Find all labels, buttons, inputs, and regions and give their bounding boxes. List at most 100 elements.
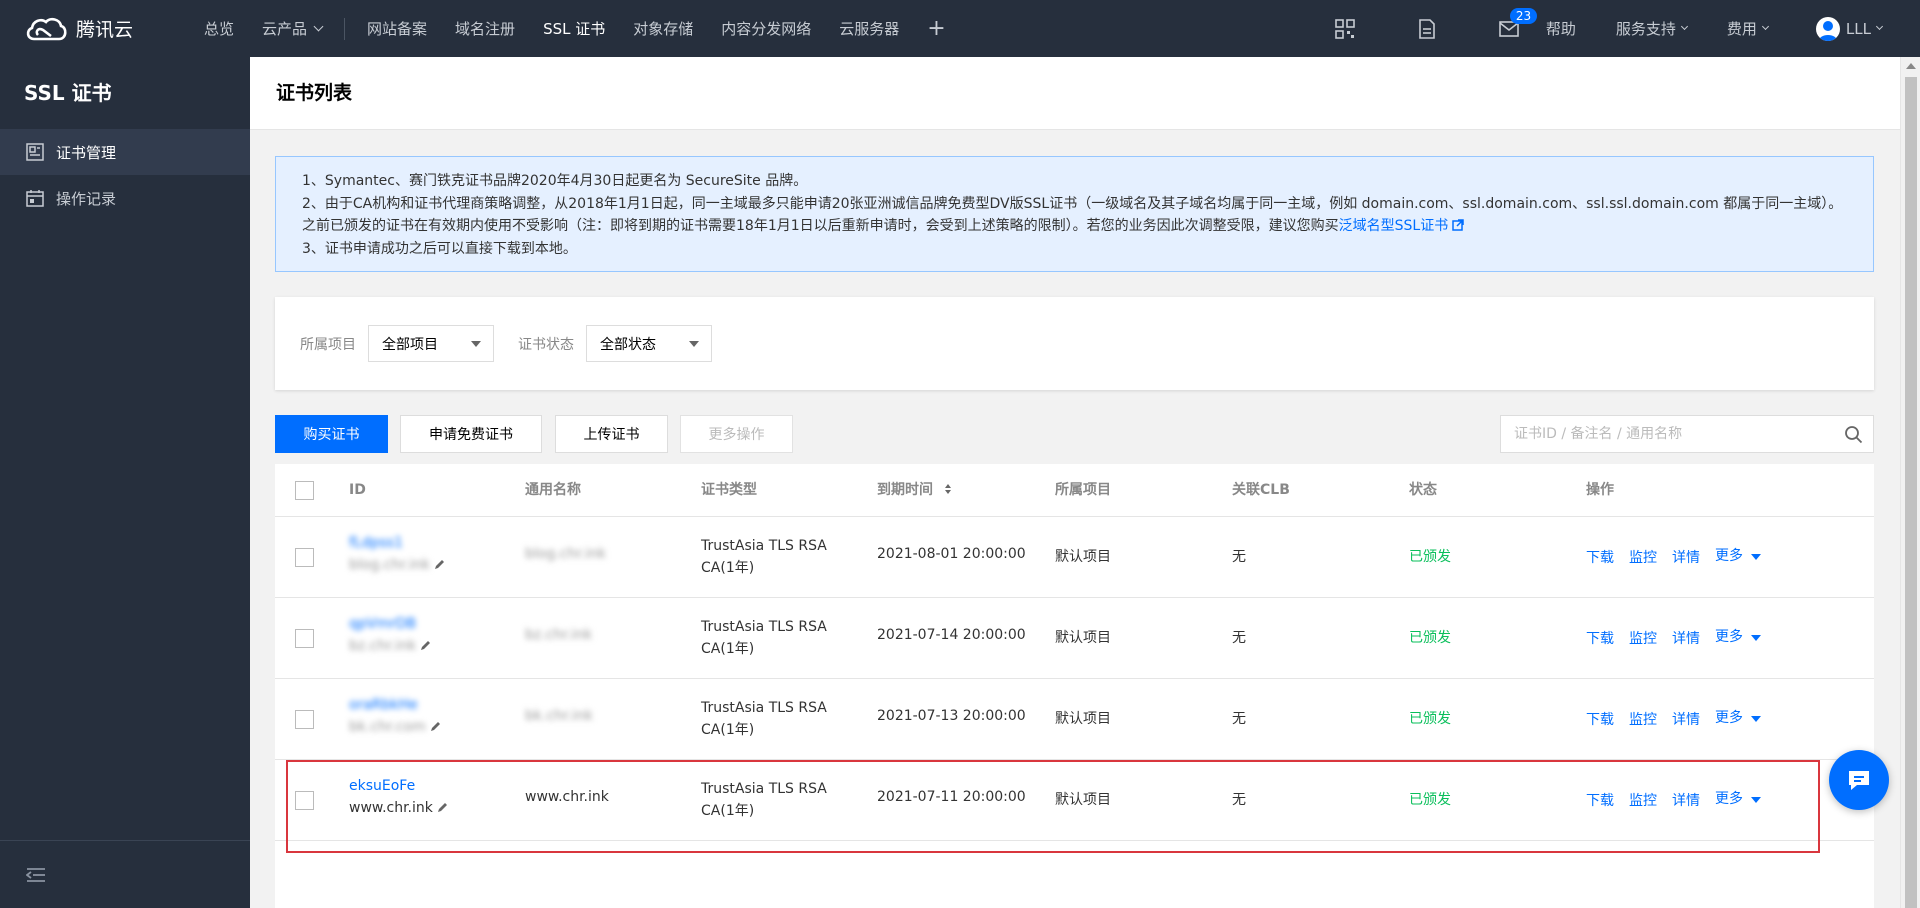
download-link[interactable]: 下载 [1586,790,1614,810]
shortcut-label: 内容分发网络 [721,20,812,38]
document-icon[interactable] [1416,18,1438,40]
collapse-sidebar-button[interactable] [0,840,250,908]
detail-link[interactable]: 详情 [1672,709,1700,729]
filter-bar: 所属项目 全部项目 证书状态 全部状态 [275,297,1874,390]
more-dropdown-icon[interactable] [1751,554,1761,560]
more-ops-link[interactable]: 更多 [1715,626,1743,646]
more-dropdown-icon[interactable] [1751,635,1761,641]
sidebar-item-cert-manage[interactable]: 证书管理 [0,129,250,175]
shortcut-ssl[interactable]: SSL 证书 [529,18,619,39]
col-cert-type: 证书类型 [701,482,757,498]
more-dropdown-icon[interactable] [1751,797,1761,803]
avatar[interactable] [1815,16,1840,41]
apply-free-cert-button[interactable]: 申请免费证书 [400,415,542,453]
shortcut-domain[interactable]: 域名注册 [441,18,529,39]
edit-pencil-icon[interactable] [430,720,442,732]
edit-pencil-icon[interactable] [420,639,432,651]
upload-label: 上传证书 [583,427,640,443]
add-shortcut-icon[interactable]: + [913,16,959,41]
row-checkbox[interactable] [295,791,314,810]
support-menu[interactable]: 服务支持 [1602,18,1701,39]
sort-icon[interactable] [944,483,952,495]
detail-link[interactable]: 详情 [1672,547,1700,567]
nav-divider [344,17,346,40]
monitor-link[interactable]: 监控 [1629,790,1657,810]
more-ops-link[interactable]: 更多 [1715,707,1743,727]
cloud-logo-icon [26,17,67,40]
monitor-link[interactable]: 监控 [1629,547,1657,567]
cert-id-link[interactable]: fLdpss1 [349,535,403,551]
more-ops-link[interactable]: 更多 [1715,788,1743,808]
shortcut-beian[interactable]: 网站备案 [353,18,441,39]
tencent-cloud-logo[interactable]: 腾讯云 [24,15,174,43]
shortcut-cdn[interactable]: 内容分发网络 [707,18,825,39]
sidebar-title: SSL 证书 [24,81,112,105]
nav-products[interactable]: 云产品 [248,18,336,39]
sidebar: SSL 证书 证书管理 操作记录 [0,57,250,908]
more-actions-button[interactable]: 更多操作 [680,415,793,453]
cert-id-link[interactable]: oraRbkHe [349,697,418,713]
scroll-up-arrow-icon[interactable] [1906,63,1916,69]
col-status: 状态 [1409,482,1437,498]
select-all-checkbox[interactable] [295,481,314,500]
nav-overview[interactable]: 总览 [190,18,248,39]
search-input[interactable] [1501,416,1831,452]
detail-link[interactable]: 详情 [1672,790,1700,810]
notice-banner: 1、Symantec、赛门铁克证书品牌2020年4月30日起更名为 Secure… [275,156,1874,272]
mail-icon[interactable]: 23 [1498,7,1538,40]
cert-remark-text: www.chr.ink [349,800,433,816]
notice-line-2: 2、由于CA机构和证书代理商策略调整，从2018年1月1日起，同一主域最多只能申… [302,193,1853,238]
more-dropdown-icon[interactable] [1751,716,1761,722]
help-link[interactable]: 帮助 [1532,18,1590,39]
collapse-menu-icon [26,867,45,882]
billing-label: 费用 [1726,20,1757,38]
row-checkbox[interactable] [295,629,314,648]
sidebar-item-operation-log[interactable]: 操作记录 [0,175,250,221]
top-right-tools: 23 帮助 服务支持 费用 LLL [1314,0,1920,57]
apply-free-label: 申请免费证书 [429,427,513,443]
cert-remark: bz.chr.ink [349,638,432,654]
sidebar-item-label: 操作记录 [56,189,117,208]
detail-link[interactable]: 详情 [1672,628,1700,648]
support-label: 服务支持 [1615,20,1676,38]
search-icon[interactable] [1844,425,1863,444]
col-operations: 操作 [1586,482,1614,498]
cert-type-line-1: TrustAsia TLS RSA [701,538,827,554]
cert-type: TrustAsia TLS RSA CA(1年) [701,616,827,660]
edit-pencil-icon[interactable] [434,558,446,570]
external-link-icon[interactable] [1452,219,1464,231]
monitor-link[interactable]: 监控 [1629,628,1657,648]
row-checkbox[interactable] [295,548,314,567]
scroll-thumb[interactable] [1905,77,1917,908]
chat-support-button[interactable] [1829,750,1889,810]
shortcut-cvm[interactable]: 云服务器 [825,18,913,39]
shortcut-cos[interactable]: 对象存储 [619,18,707,39]
more-ops-link[interactable]: 更多 [1715,545,1743,565]
cert-type-line-2: CA(1年) [701,560,755,576]
status-select[interactable]: 全部状态 [586,325,712,362]
chevron-down-icon [1761,22,1769,31]
user-menu[interactable]: LLL [1846,20,1920,38]
common-name: www.chr.ink [525,789,609,805]
clb-value: 无 [1232,630,1246,646]
cert-id-link[interactable]: qpVmrDB [349,616,416,632]
upload-cert-button[interactable]: 上传证书 [555,415,668,453]
vertical-scrollbar[interactable] [1900,57,1920,908]
top-navigation-bar: 腾讯云 总览 云产品 网站备案 域名注册 SSL 证书 对象存储 内容分发网络 … [0,0,1920,57]
wildcard-ssl-link[interactable]: 泛域名型SSL证书 [1339,218,1449,234]
download-link[interactable]: 下载 [1586,709,1614,729]
project-name: 默认项目 [1055,549,1111,565]
buy-cert-button[interactable]: 购买证书 [275,415,388,453]
billing-menu[interactable]: 费用 [1713,18,1782,39]
mail-count-badge: 23 [1509,7,1538,24]
row-checkbox[interactable] [295,710,314,729]
monitor-link[interactable]: 监控 [1629,709,1657,729]
edit-pencil-icon[interactable] [437,801,449,813]
cert-id-link[interactable]: eksuEoFe [349,778,415,794]
project-select-value: 全部项目 [382,336,438,353]
col-expire-time[interactable]: 到期时间 [877,464,952,517]
download-link[interactable]: 下载 [1586,547,1614,567]
download-link[interactable]: 下载 [1586,628,1614,648]
qrcode-icon[interactable] [1334,18,1356,40]
project-select[interactable]: 全部项目 [368,325,494,362]
